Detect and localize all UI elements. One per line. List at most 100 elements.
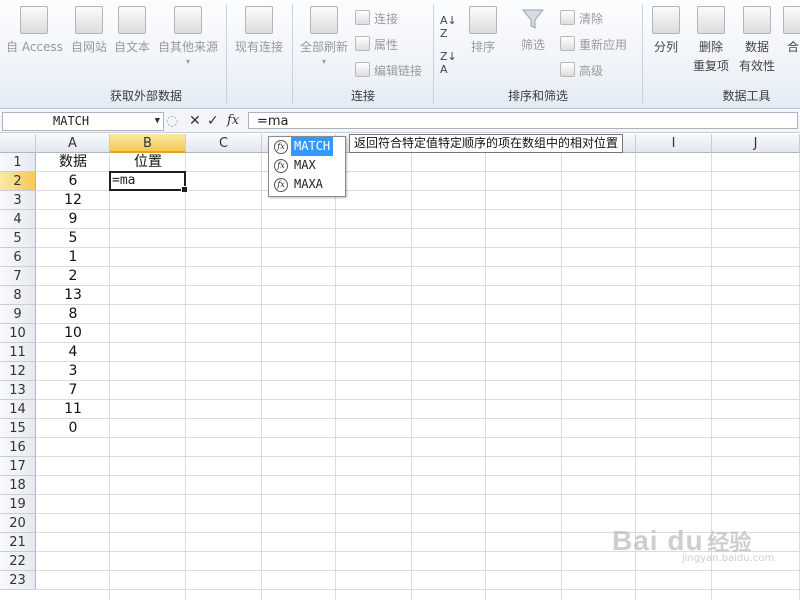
table-cell[interactable]: 3 — [36, 362, 110, 381]
row-header[interactable]: 16 — [0, 438, 36, 457]
gridline — [36, 456, 800, 457]
row-header[interactable]: 10 — [0, 324, 36, 343]
chevron-down-icon: ▾ — [185, 57, 190, 66]
gridline — [36, 475, 800, 476]
row-header[interactable]: 12 — [0, 362, 36, 381]
table-cell[interactable]: 5 — [36, 229, 110, 248]
data-validation-button[interactable]: 数据 有效性 — [735, 4, 779, 74]
row-header[interactable]: 15 — [0, 419, 36, 438]
refresh-all-button[interactable]: 全部刷新 ▾ — [297, 4, 351, 66]
other-sources-icon — [174, 6, 202, 34]
row-header[interactable]: 22 — [0, 552, 36, 571]
reapply-button[interactable]: 重新应用 — [560, 36, 627, 54]
clear-filter-icon — [560, 10, 575, 25]
column-header[interactable]: A — [36, 134, 110, 153]
enter-button[interactable]: ✓ — [207, 112, 219, 130]
row-header[interactable]: 14 — [0, 400, 36, 419]
row-header[interactable]: 7 — [0, 267, 36, 286]
row-header[interactable]: 5 — [0, 229, 36, 248]
table-cell[interactable]: 0 — [36, 419, 110, 438]
active-cell-b2[interactable]: =ma — [109, 171, 188, 193]
validation-icon — [743, 6, 771, 34]
group-label-data-tools: 数据工具 — [722, 89, 771, 103]
sort-button[interactable]: 排序 — [466, 4, 500, 55]
row-header[interactable]: 20 — [0, 514, 36, 533]
gridline — [36, 209, 800, 210]
row-header[interactable]: 3 — [0, 191, 36, 210]
column-header[interactable]: I — [636, 134, 712, 153]
autocomplete-item[interactable]: fx MAX — [269, 156, 345, 175]
row-header[interactable]: 2 — [0, 172, 36, 191]
sort-descending-button[interactable]: Z↓ A — [440, 50, 457, 76]
table-cell[interactable]: 7 — [36, 381, 110, 400]
properties-button[interactable]: 属性 — [355, 36, 398, 54]
row-header[interactable]: 18 — [0, 476, 36, 495]
table-cell[interactable]: 11 — [36, 400, 110, 419]
fill-handle[interactable] — [181, 186, 188, 193]
chevron-down-icon[interactable]: ▼ — [155, 113, 160, 130]
row-header[interactable]: 17 — [0, 457, 36, 476]
existing-connections-button[interactable]: 现有连接 — [232, 4, 286, 55]
gridline — [36, 285, 800, 286]
row-header[interactable]: 1 — [0, 153, 36, 172]
name-box[interactable]: MATCH ▼ — [2, 112, 164, 131]
row-header[interactable]: 6 — [0, 248, 36, 267]
table-cell[interactable]: 8 — [36, 305, 110, 324]
select-all-corner[interactable] — [0, 134, 36, 153]
row-header[interactable]: 8 — [0, 286, 36, 305]
column-header[interactable]: J — [712, 134, 800, 153]
table-cell[interactable]: 13 — [36, 286, 110, 305]
filter-button[interactable]: 筛选 — [516, 4, 550, 53]
sort-icon — [469, 6, 497, 34]
table-cell[interactable]: 1 — [36, 248, 110, 267]
row-header[interactable]: 11 — [0, 343, 36, 362]
autocomplete-item[interactable]: fx MAXA — [269, 175, 345, 194]
function-autocomplete-list: fx MATCH fx MAX fx MAXA — [268, 136, 346, 197]
advanced-button[interactable]: 高级 — [560, 62, 603, 80]
from-access-button[interactable]: 自 Access — [6, 4, 63, 55]
gridline — [36, 380, 800, 381]
table-cell[interactable]: 2 — [36, 267, 110, 286]
table-cell[interactable]: 6 — [36, 172, 110, 191]
table-cell[interactable]: 9 — [36, 210, 110, 229]
group-connections: 全部刷新 ▾ 连接 属性 编辑链接 连接 — [293, 0, 433, 108]
from-other-sources-button[interactable]: 自其他来源 ▾ — [156, 4, 220, 66]
gridline — [36, 418, 800, 419]
sort-ascending-button[interactable]: A↓ Z — [440, 14, 457, 40]
table-cell[interactable]: 10 — [36, 324, 110, 343]
link-icon — [355, 62, 370, 77]
gridline — [36, 494, 800, 495]
insert-function-button[interactable]: fx — [227, 112, 239, 130]
group-data-tools: 分列 删除 重复项 数据 有效性 合 数据工具 — [643, 0, 800, 108]
from-web-button[interactable]: 自网站 — [66, 4, 112, 55]
connections-button[interactable]: 连接 — [355, 10, 398, 28]
table-cell[interactable]: 12 — [36, 191, 110, 210]
row-header[interactable]: 4 — [0, 210, 36, 229]
row-header[interactable]: 23 — [0, 571, 36, 590]
edit-links-button[interactable]: 编辑链接 — [355, 62, 422, 80]
column-header[interactable]: B — [110, 134, 186, 153]
remove-duplicates-button[interactable]: 删除 重复项 — [689, 4, 733, 74]
gridline — [36, 570, 800, 571]
formula-input[interactable]: =ma — [248, 112, 798, 129]
text-to-columns-button[interactable]: 分列 — [647, 4, 685, 55]
clear-button[interactable]: 清除 — [560, 10, 603, 28]
web-icon — [75, 6, 103, 34]
autocomplete-item[interactable]: fx MATCH — [269, 137, 345, 156]
row-header[interactable]: 13 — [0, 381, 36, 400]
gridline — [36, 323, 800, 324]
cancel-button[interactable]: ✕ — [189, 112, 201, 130]
cell-b1[interactable]: 位置 — [110, 153, 186, 172]
from-text-button[interactable]: 自文本 — [112, 4, 152, 55]
sort-az-icon: A↓ Z — [440, 14, 457, 40]
column-header[interactable]: C — [186, 134, 262, 153]
properties-icon — [355, 36, 370, 51]
cell-a1[interactable]: 数据 — [36, 153, 110, 172]
consolidate-button[interactable]: 合 — [783, 4, 800, 55]
table-cell[interactable]: 4 — [36, 343, 110, 362]
group-label-connections: 连接 — [350, 89, 375, 103]
row-header[interactable]: 21 — [0, 533, 36, 552]
row-header[interactable]: 19 — [0, 495, 36, 514]
baidu-watermark: Bai du 经验 jingyan.baidu.com — [612, 525, 775, 564]
row-header[interactable]: 9 — [0, 305, 36, 324]
